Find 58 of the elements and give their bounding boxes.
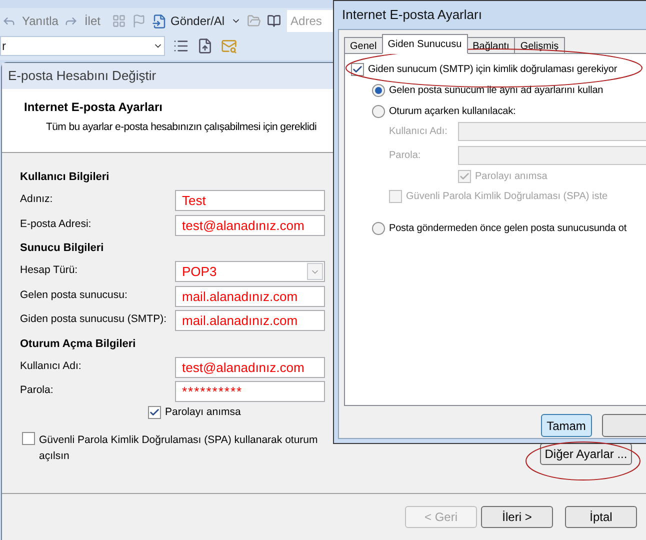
input-field[interactable]: test@alanadınız.com	[175, 356, 325, 378]
dialog-title: Internet E-posta Ayarları	[341, 6, 483, 24]
document-icon	[152, 14, 168, 28]
radio-label: Gelen posta sunucum ile aynı ad ayarlarını kullan	[389, 84, 604, 98]
checkbox-label: Parolayı anımsa	[165, 404, 241, 420]
section-heading: Sunucu Bilgileri	[20, 241, 104, 256]
radio-button[interactable]	[372, 222, 385, 235]
send-receive-button[interactable]: Gönder/Al	[152, 12, 225, 30]
flag-icon[interactable]	[132, 14, 146, 28]
checkbox-label: Güvenli Parola Kimlik Doğrulaması (SPA) kullanarak oturum açılsın	[39, 433, 319, 464]
field-label: Hesap Türü:	[20, 263, 79, 278]
forward-button[interactable]: İlet	[84, 12, 100, 30]
check-icon	[459, 171, 470, 182]
subtitle: Tüm bu ayarlar e-posta hesabınızın çalışabilmesi için gereklidi	[45, 120, 317, 135]
field-label: Adınız:	[20, 192, 54, 207]
checkbox[interactable]	[148, 406, 161, 419]
radio-label: Posta göndermeden önce gelen posta sunucusunda ot	[389, 222, 627, 236]
checkbox-label: Giden sunucum (SMTP) için kimlik doğrulaması gerekiyor	[368, 63, 618, 77]
checkbox-label: Parolayı anımsa	[475, 170, 548, 184]
heading: Internet E-posta Ayarları	[24, 99, 162, 116]
password-field[interactable]: **********	[175, 381, 325, 402]
account-type-dropdown[interactable]: POP3	[175, 261, 325, 282]
dialog-button[interactable]	[602, 414, 646, 437]
field-label: Kullanıcı Adı:	[20, 358, 82, 374]
wizard-button[interactable]: İptal	[565, 506, 637, 528]
radio-button[interactable]	[372, 105, 385, 118]
input-field[interactable]: Test	[175, 190, 325, 211]
field-label: Parola:	[20, 383, 54, 398]
tab[interactable]: Giden Sunucusu	[382, 34, 468, 54]
checkbox[interactable]	[351, 63, 364, 76]
checkbox-label: Güvenli Parola Kimlik Doğrulaması (SPA) iste	[406, 190, 608, 204]
field-label: Gelen posta sunucusu:	[20, 288, 128, 302]
section-heading: Oturum Açma Bilgileri	[20, 336, 136, 352]
book-icon[interactable]	[266, 14, 281, 28]
check-icon	[352, 64, 363, 75]
list-icon[interactable]	[173, 38, 189, 54]
field-label: Giden posta sunucusu (SMTP):	[20, 312, 168, 327]
tab[interactable]: Genel	[344, 37, 383, 54]
field-label: Kullanıcı Adı:	[389, 125, 448, 139]
radio-label: Oturum açarken kullanılacak:	[389, 105, 516, 119]
field-label: E-posta Adresi:	[20, 216, 92, 232]
radio-button[interactable]	[372, 84, 385, 97]
check-icon	[149, 406, 160, 418]
folder-dropdown[interactable]: r	[0, 36, 165, 56]
input-field[interactable]: mail.alanadınız.com	[175, 310, 325, 331]
field-label: Parola:	[389, 149, 422, 163]
grid-icon[interactable]	[112, 14, 126, 28]
section-heading: Kullanıcı Bilgileri	[20, 170, 110, 185]
reply-button[interactable]: Yanıtla	[22, 12, 58, 30]
more-settings-button[interactable]: Diğer Ayarlar ...	[540, 443, 632, 466]
wizard-button[interactable]: İleri >	[481, 506, 553, 528]
checkbox[interactable]	[22, 432, 35, 446]
ok-button[interactable]: Tamam	[541, 414, 592, 437]
input-field[interactable]: mail.alanadınız.com	[175, 286, 325, 306]
document-icon[interactable]	[197, 38, 213, 54]
folder-icon[interactable]	[246, 14, 261, 28]
input-field[interactable]: test@alanadınız.com	[175, 214, 325, 236]
mail-search-icon[interactable]	[221, 38, 237, 54]
